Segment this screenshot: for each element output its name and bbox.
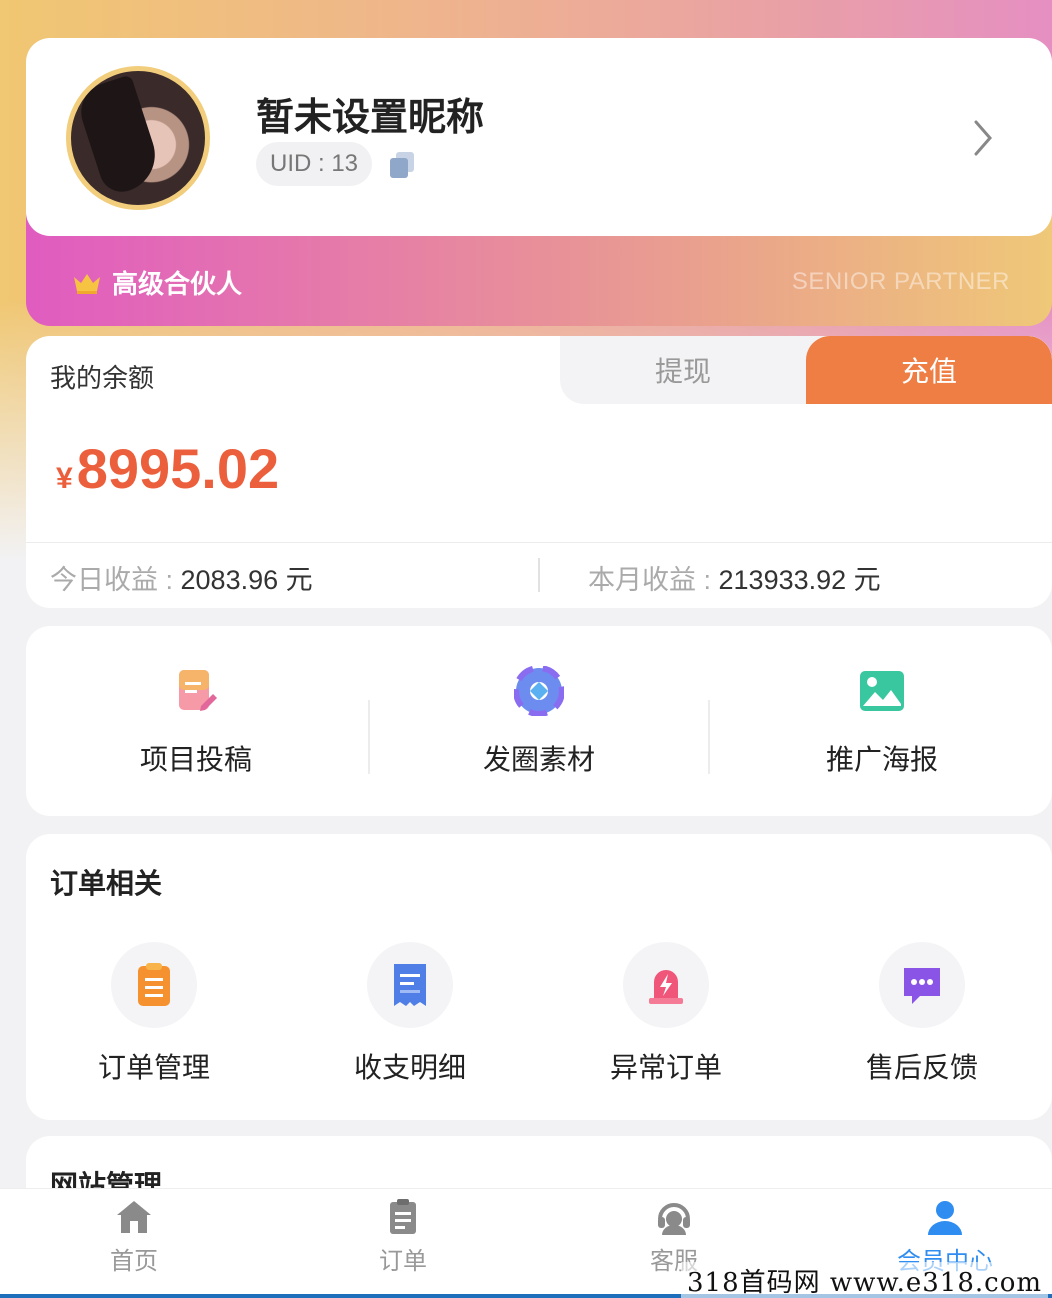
withdraw-button[interactable]: 提现: [560, 336, 806, 404]
abnormal-orders[interactable]: 异常订单: [538, 942, 794, 1086]
today-earnings: 今日收益 : 2083.96 元: [50, 558, 313, 597]
today-earnings-value: 2083.96 元: [180, 565, 313, 595]
balance-amount: ¥ 8995.02: [56, 436, 279, 501]
tab-label: 订单: [379, 1247, 427, 1275]
tab-home[interactable]: 首页: [64, 1197, 204, 1276]
tools-card: 项目投稿 发圈素材 推广海报: [26, 626, 1052, 816]
order-label: 异常订单: [609, 1051, 722, 1084]
icon-circle: [623, 942, 709, 1028]
income-expense-details[interactable]: 收支明细: [282, 942, 538, 1086]
divider: [708, 700, 710, 774]
image-icon: [860, 671, 904, 711]
order-list-icon: [138, 963, 170, 1006]
order-label: 收支明细: [353, 1051, 466, 1084]
icon-circle: [111, 942, 197, 1028]
uid-badge: UID : 13: [256, 142, 373, 186]
alarm-icon: [649, 970, 683, 1004]
recharge-button[interactable]: 充值: [806, 336, 1052, 404]
copy-icon[interactable]: [388, 150, 416, 180]
month-earnings-value: 213933.92 元: [718, 565, 881, 595]
icon-circle: [879, 942, 965, 1028]
tool-moments-material[interactable]: 发圈素材: [369, 666, 709, 778]
balance-title: 我的余额: [50, 364, 155, 394]
tool-label: 发圈素材: [482, 743, 595, 776]
order-management[interactable]: 订单管理: [26, 942, 282, 1086]
clipboard-icon: [390, 1199, 416, 1234]
after-sales-feedback[interactable]: 售后反馈: [794, 942, 1050, 1086]
icon-circle: [367, 942, 453, 1028]
profile-section: 高级合伙人 SENIOR PARTNER 暂未设置昵称 UID : 13: [26, 38, 1052, 326]
today-earnings-label: 今日收益 :: [50, 565, 181, 595]
vip-level: 高级合伙人: [72, 264, 242, 301]
crown-icon: [74, 273, 100, 294]
chevron-right-icon[interactable]: [970, 118, 996, 158]
nickname: 暂未设置昵称: [256, 95, 485, 139]
balance-actions: 提现 充值: [560, 336, 1052, 404]
tab-label: 首页: [110, 1247, 158, 1275]
tab-orders[interactable]: 订单: [333, 1197, 473, 1276]
orders-card: 订单相关 订单管理 收支明细 异常订单 售后反馈: [26, 834, 1052, 1120]
orders-section-title: 订单相关: [50, 867, 163, 900]
vip-level-label: 高级合伙人: [112, 270, 243, 300]
receipt-icon: [394, 964, 426, 1006]
month-earnings-label: 本月收益 :: [588, 565, 719, 595]
vip-level-english: SENIOR PARTNER: [791, 268, 1010, 295]
order-label: 订单管理: [97, 1051, 210, 1084]
avatar[interactable]: [66, 66, 210, 210]
home-icon: [117, 1201, 151, 1233]
profile-card[interactable]: 暂未设置昵称 UID : 13: [26, 38, 1052, 236]
order-label: 售后反馈: [865, 1051, 978, 1084]
currency-symbol: ¥: [56, 462, 73, 495]
user-icon: [928, 1201, 962, 1235]
tool-label: 推广海报: [825, 743, 938, 776]
divider: [538, 558, 540, 592]
tool-promo-poster[interactable]: 推广海报: [712, 666, 1052, 778]
divider: [26, 542, 1052, 543]
balance-value: 8995.02: [76, 437, 280, 500]
month-earnings: 本月收益 : 213933.92 元: [588, 558, 881, 597]
chat-icon: [904, 968, 940, 1004]
balance-card: 我的余额 提现 充值 ¥ 8995.02 今日收益 : 2083.96 元 本月…: [26, 336, 1052, 608]
tool-project-submit[interactable]: 项目投稿: [26, 666, 366, 778]
watermark: 318首码网 www.e318.com: [681, 1262, 1048, 1298]
aperture-icon: [514, 666, 564, 716]
tool-label: 项目投稿: [139, 743, 252, 776]
edit-document-icon: [179, 670, 217, 711]
headset-icon: [658, 1203, 690, 1235]
